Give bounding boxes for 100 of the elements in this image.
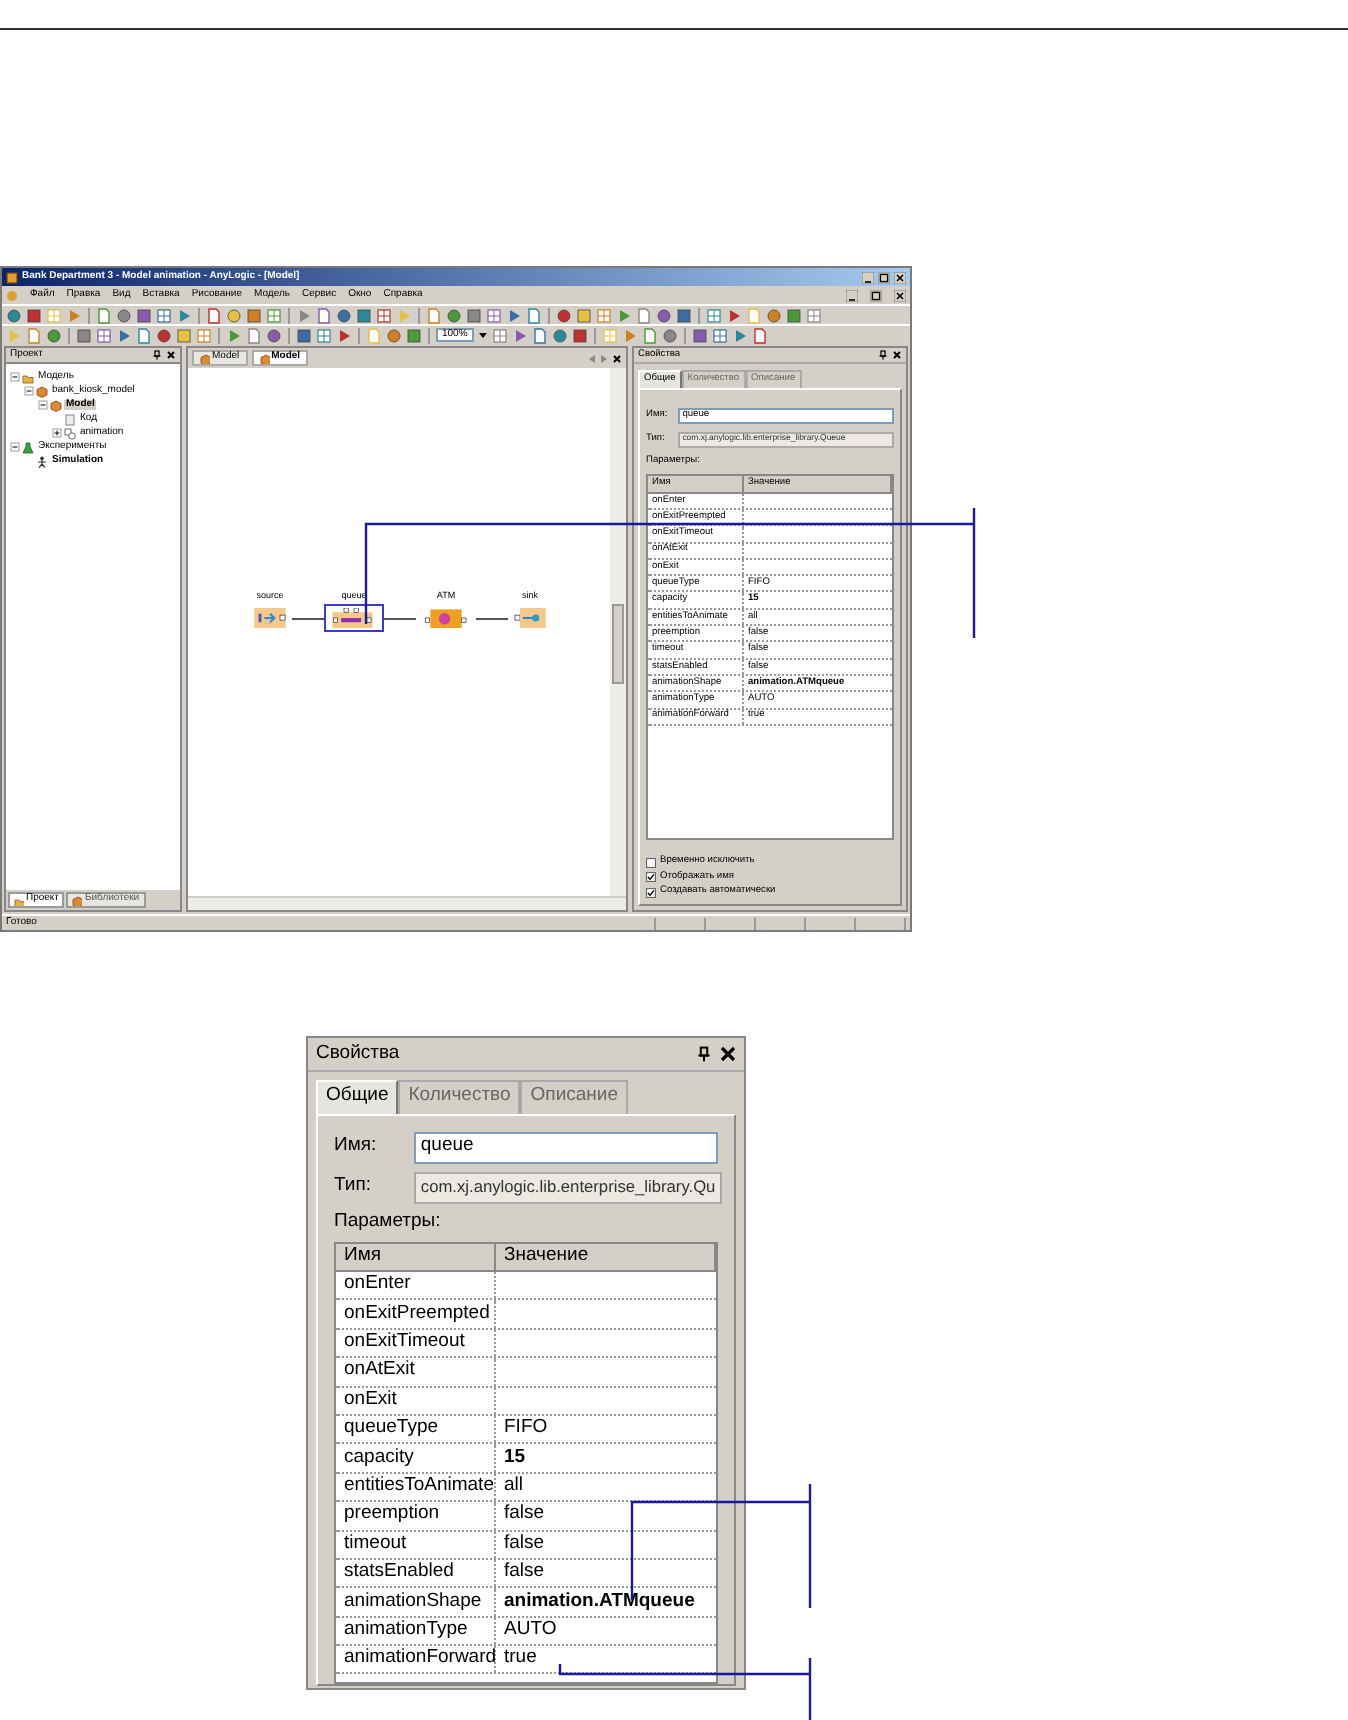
grid-icon[interactable]: [596, 307, 612, 323]
caret-icon[interactable]: [477, 330, 488, 340]
grid-icon[interactable]: [266, 307, 282, 323]
cube-icon: [72, 895, 83, 905]
table-cell-text: animation.ATMqueue: [502, 1588, 697, 1616]
table-cell: timeout: [336, 1531, 496, 1558]
table-cell: entitiesToAnimate: [336, 1473, 496, 1501]
column-header[interactable]: Имя: [336, 1243, 496, 1273]
collapse-icon[interactable]: [38, 400, 48, 410]
square-icon[interactable]: [786, 307, 802, 323]
scrollbar[interactable]: [610, 368, 626, 896]
table-cell: queueType: [336, 1415, 496, 1443]
grid-icon[interactable]: [156, 307, 172, 323]
pin-icon[interactable]: [152, 350, 162, 360]
square-icon[interactable]: [406, 327, 422, 343]
expand-icon[interactable]: [52, 428, 62, 438]
square-icon[interactable]: [571, 327, 588, 343]
circle-icon[interactable]: [556, 307, 572, 323]
minimize-button[interactable]: [862, 271, 874, 283]
section-label: Параметры:: [334, 1211, 443, 1234]
square-icon[interactable]: [246, 307, 262, 323]
tab[interactable]: Количество: [398, 1080, 521, 1114]
square-icon[interactable]: [26, 307, 42, 323]
close-icon[interactable]: [166, 350, 176, 360]
sink-block[interactable]: [508, 603, 552, 632]
collapse-icon[interactable]: [24, 386, 34, 396]
close-icon[interactable]: [720, 1046, 736, 1062]
column-header[interactable]: Значение: [496, 1243, 716, 1273]
circle-icon[interactable]: [156, 327, 172, 343]
close-icon[interactable]: [892, 350, 902, 360]
table-cell: onExitPreempted: [336, 1300, 496, 1328]
grid-icon[interactable]: [806, 307, 822, 323]
field-label: Тип:: [334, 1176, 373, 1199]
pin-icon[interactable]: [878, 350, 888, 360]
grid-icon[interactable]: [196, 327, 212, 343]
play-icon[interactable]: [176, 307, 192, 323]
grid-icon[interactable]: [376, 307, 392, 323]
table-cell: onEnter: [336, 1272, 496, 1299]
grid-icon[interactable]: [706, 307, 722, 323]
left-arrow-icon[interactable]: [588, 353, 596, 363]
type-field[interactable]: com.xj.anylogic.lib.enterprise_library.Qu: [414, 1171, 723, 1204]
square-icon[interactable]: [136, 307, 152, 323]
close-button[interactable]: [894, 289, 906, 301]
square-icon[interactable]: [691, 327, 708, 343]
circle-icon[interactable]: [46, 327, 62, 343]
scrollbar-thumb[interactable]: [612, 604, 624, 684]
source-block[interactable]: [248, 603, 292, 632]
collapse-icon[interactable]: [10, 442, 20, 452]
collapse-icon[interactable]: [10, 372, 20, 382]
tab[interactable]: Описание: [520, 1080, 628, 1114]
grid-icon[interactable]: [316, 327, 332, 343]
queue-block[interactable]: [324, 603, 384, 632]
play-icon[interactable]: [296, 307, 312, 323]
maximize-button[interactable]: [870, 289, 882, 301]
minimize-button[interactable]: [846, 289, 858, 301]
square-icon[interactable]: [576, 307, 592, 323]
folder-icon: [14, 895, 24, 905]
name-field[interactable]: queue: [414, 1131, 718, 1164]
pin-icon[interactable]: [696, 1046, 712, 1062]
scrollbar[interactable]: [188, 896, 626, 910]
square-icon[interactable]: [176, 327, 192, 343]
checkbox[interactable]: [646, 887, 656, 898]
grid-icon[interactable]: [96, 327, 112, 343]
circle-icon[interactable]: [226, 307, 242, 323]
circle-icon[interactable]: [446, 307, 462, 323]
page-icon[interactable]: [206, 307, 222, 323]
table-cell-text: false: [502, 1502, 547, 1529]
right-arrow-icon[interactable]: [600, 353, 608, 363]
circle-icon[interactable]: [336, 307, 352, 323]
table-cell: onAtExit: [336, 1358, 496, 1386]
grid-icon[interactable]: [711, 327, 728, 343]
table-cell: animationType: [336, 1617, 496, 1645]
maximize-button[interactable]: [878, 271, 890, 283]
square-icon[interactable]: [676, 307, 692, 323]
checkbox[interactable]: [646, 872, 656, 883]
checkbox[interactable]: [646, 857, 656, 868]
circle-icon[interactable]: [6, 307, 22, 323]
folder-icon: [22, 371, 34, 383]
page-icon[interactable]: [96, 307, 112, 323]
square-icon[interactable]: [296, 327, 312, 343]
circle-icon[interactable]: [766, 307, 782, 323]
circle-icon[interactable]: [551, 327, 568, 343]
grid-icon[interactable]: [486, 307, 502, 323]
page-icon[interactable]: [316, 307, 332, 323]
table-cell-text: false: [502, 1559, 547, 1587]
table-cell-text: AUTO: [502, 1617, 559, 1644]
square-icon[interactable]: [76, 327, 92, 343]
play-icon[interactable]: [66, 307, 82, 323]
table-cell: onExitTimeout: [336, 1329, 496, 1357]
close-button[interactable]: [894, 271, 906, 283]
circle-icon[interactable]: [116, 307, 132, 323]
page-icon[interactable]: [426, 307, 442, 323]
circle-icon[interactable]: [386, 327, 402, 343]
square-icon[interactable]: [356, 307, 372, 323]
circle-icon[interactable]: [656, 307, 672, 323]
square-icon[interactable]: [466, 307, 482, 323]
circle-icon[interactable]: [661, 327, 678, 343]
circle-icon[interactable]: [266, 327, 282, 343]
close-icon[interactable]: [612, 353, 622, 363]
tab[interactable]: Общие: [316, 1080, 399, 1114]
